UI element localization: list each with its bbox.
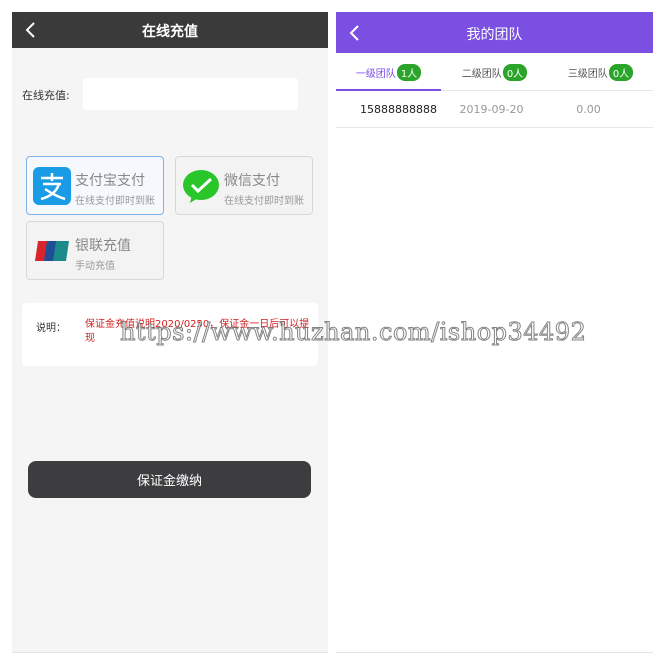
alipay-option[interactable]: 支付宝支付 在线支付即时到账	[26, 156, 164, 215]
count-badge: 0人	[608, 64, 634, 81]
tab-level-3[interactable]: 三级团队 0人	[548, 53, 653, 91]
wechat-pay-label: 微信支付	[224, 173, 280, 189]
count-badge: 1人	[396, 64, 422, 81]
amount-label: 在线充值:	[22, 89, 70, 102]
wechat-icon	[183, 170, 219, 203]
team-level-tabs: 一级团队 1人 二级团队 0人 三级团队 0人	[336, 53, 653, 91]
alipay-icon	[33, 167, 71, 205]
count-badge: 0人	[502, 64, 528, 81]
wechat-pay-sublabel: 在线支付即时到账	[224, 196, 304, 207]
note-box: 说明： 保证金充值说明2020/0250，保证金一日后可以提现	[22, 303, 318, 366]
tab-label: 三级团队	[567, 69, 608, 80]
tab-label: 二级团队	[461, 69, 502, 80]
page-title: 我的团队	[466, 27, 523, 43]
page-title: 在线充值	[142, 24, 198, 40]
team-header: 我的团队	[336, 12, 653, 53]
table-row[interactable]: 15888888888 2019-09-20 0.00	[336, 92, 653, 128]
tab-level-1[interactable]: 一级团队 1人	[336, 53, 441, 91]
tab-label: 一级团队	[355, 69, 396, 80]
deposit-pay-button[interactable]: 保证金缴纳	[28, 461, 311, 498]
recharge-screen: 在线充值 在线充值: 支付宝支付 在线支付即时到账 微信支付 在线支付即时到账	[12, 12, 328, 653]
wechat-pay-option[interactable]: 微信支付 在线支付即时到账	[175, 156, 313, 215]
unionpay-label: 银联充值	[75, 238, 131, 254]
alipay-label: 支付宝支付	[75, 173, 145, 189]
note-label: 说明：	[36, 323, 66, 334]
member-phone: 15888888888	[360, 103, 437, 116]
join-date: 2019-09-20	[459, 103, 524, 116]
team-screen: 我的团队 一级团队 1人 二级团队 0人 三级团队 0人 15888888888 20…	[336, 12, 653, 653]
amount-row: 在线充值:	[12, 78, 328, 110]
unionpay-sublabel: 手动充值	[75, 261, 115, 272]
tab-level-2[interactable]: 二级团队 0人	[442, 53, 547, 91]
unionpay-icon	[35, 241, 69, 261]
unionpay-option[interactable]: 银联充值 手动充值	[26, 221, 164, 280]
recharge-header: 在线充值	[12, 12, 328, 48]
note-text: 保证金充值说明2020/0250，保证金一日后可以提现	[85, 319, 310, 344]
amount-input[interactable]	[83, 78, 298, 110]
member-amount: 0.00	[576, 103, 601, 116]
alipay-sublabel: 在线支付即时到账	[75, 196, 155, 207]
